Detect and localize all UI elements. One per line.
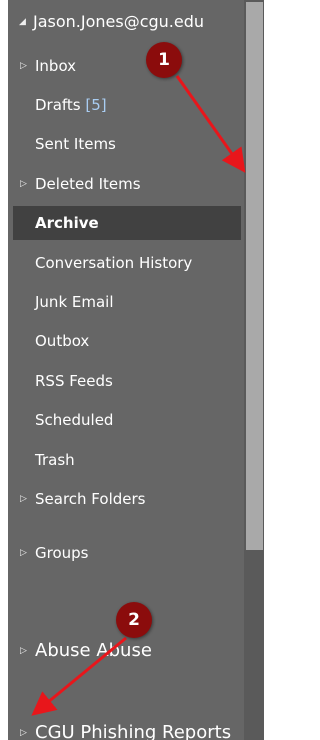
folder-inbox[interactable]: ▷ Inbox [8,49,244,83]
annotation-badge-2: 2 [116,602,152,638]
account-label: Jason.Jones@cgu.edu [33,12,205,31]
unread-count: [5] [85,96,107,114]
folder-label: Drafts [5] [35,88,107,122]
folder-search-folders[interactable]: ▷ Search Folders [8,482,244,516]
groups-label: Groups [35,544,89,562]
folder-label: Conversation History [35,254,193,272]
folder-label: Search Folders [35,490,146,508]
mailbox-label: CGU Phishing Reports [35,722,232,740]
folder-label: Junk Email [35,293,114,311]
mailbox-cgu-phishing-reports[interactable]: ▷ CGU Phishing Reports [8,716,244,740]
mailbox-label: Abuse Abuse [35,640,152,661]
scrollbar-thumb[interactable] [246,2,263,550]
folder-conversation-history[interactable]: Conversation History [8,246,244,280]
folder-label: Scheduled [35,411,114,429]
folder-drafts[interactable]: Drafts [5] [8,88,244,122]
expand-triangle-icon[interactable]: ▷ [20,634,27,668]
expand-triangle-icon[interactable]: ▷ [20,49,27,83]
expand-triangle-icon[interactable]: ▷ [20,716,27,740]
folder-label: Inbox [35,57,77,75]
account-row[interactable]: ◢ Jason.Jones@cgu.edu [8,5,244,39]
folder-archive[interactable]: Archive [13,206,241,240]
folder-label: Trash [35,451,75,469]
mailbox-abuse[interactable]: ▷ Abuse Abuse [8,634,244,668]
folder-label: Sent Items [35,135,116,153]
expand-triangle-icon[interactable]: ▷ [20,536,27,570]
folder-junk-email[interactable]: Junk Email [8,285,244,319]
folder-outbox[interactable]: Outbox [8,324,244,358]
folder-trash[interactable]: Trash [8,443,244,477]
folder-name: Drafts [35,96,81,114]
expand-triangle-icon[interactable]: ▷ [20,167,27,201]
collapse-triangle-icon[interactable]: ◢ [19,5,26,39]
folder-sent-items[interactable]: Sent Items [8,127,244,161]
groups-header[interactable]: ▷ Groups [8,536,244,570]
folder-deleted-items[interactable]: ▷ Deleted Items [8,167,244,201]
expand-triangle-icon[interactable]: ▷ [20,482,27,516]
outlook-folder-pane-screenshot: ◢ Jason.Jones@cgu.edu ▷ Inbox Drafts [5]… [0,0,264,740]
folder-label: Archive [35,214,99,232]
folder-rss-feeds[interactable]: RSS Feeds [8,364,244,398]
annotation-badge-1: 1 [146,42,182,78]
folder-label: Outbox [35,332,90,350]
folder-label: Deleted Items [35,175,141,193]
folder-label: RSS Feeds [35,372,113,390]
folder-scheduled[interactable]: Scheduled [8,403,244,437]
